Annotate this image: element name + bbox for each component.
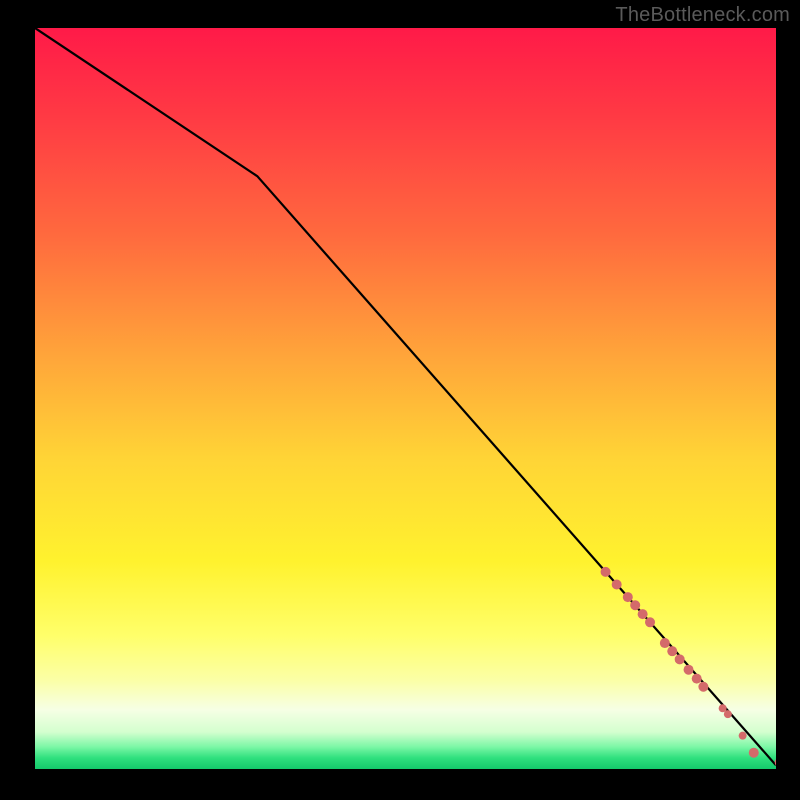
curve-line: [35, 28, 776, 765]
marker-point: [698, 682, 708, 692]
marker-point: [660, 638, 670, 648]
marker-point: [612, 579, 622, 589]
plot-area: [35, 28, 776, 769]
chart-svg: [35, 28, 776, 769]
marker-point: [623, 592, 633, 602]
watermark-label: TheBottleneck.com: [615, 4, 790, 27]
marker-point: [724, 710, 732, 718]
chart-frame: TheBottleneck.com: [0, 0, 800, 800]
marker-point: [739, 732, 747, 740]
marker-points: [601, 567, 776, 767]
marker-point: [601, 567, 611, 577]
marker-point: [684, 665, 694, 675]
marker-point: [749, 748, 759, 758]
marker-point: [667, 646, 677, 656]
marker-point: [675, 654, 685, 664]
marker-point: [692, 674, 702, 684]
marker-point: [638, 609, 648, 619]
marker-point: [630, 600, 640, 610]
marker-point: [645, 617, 655, 627]
